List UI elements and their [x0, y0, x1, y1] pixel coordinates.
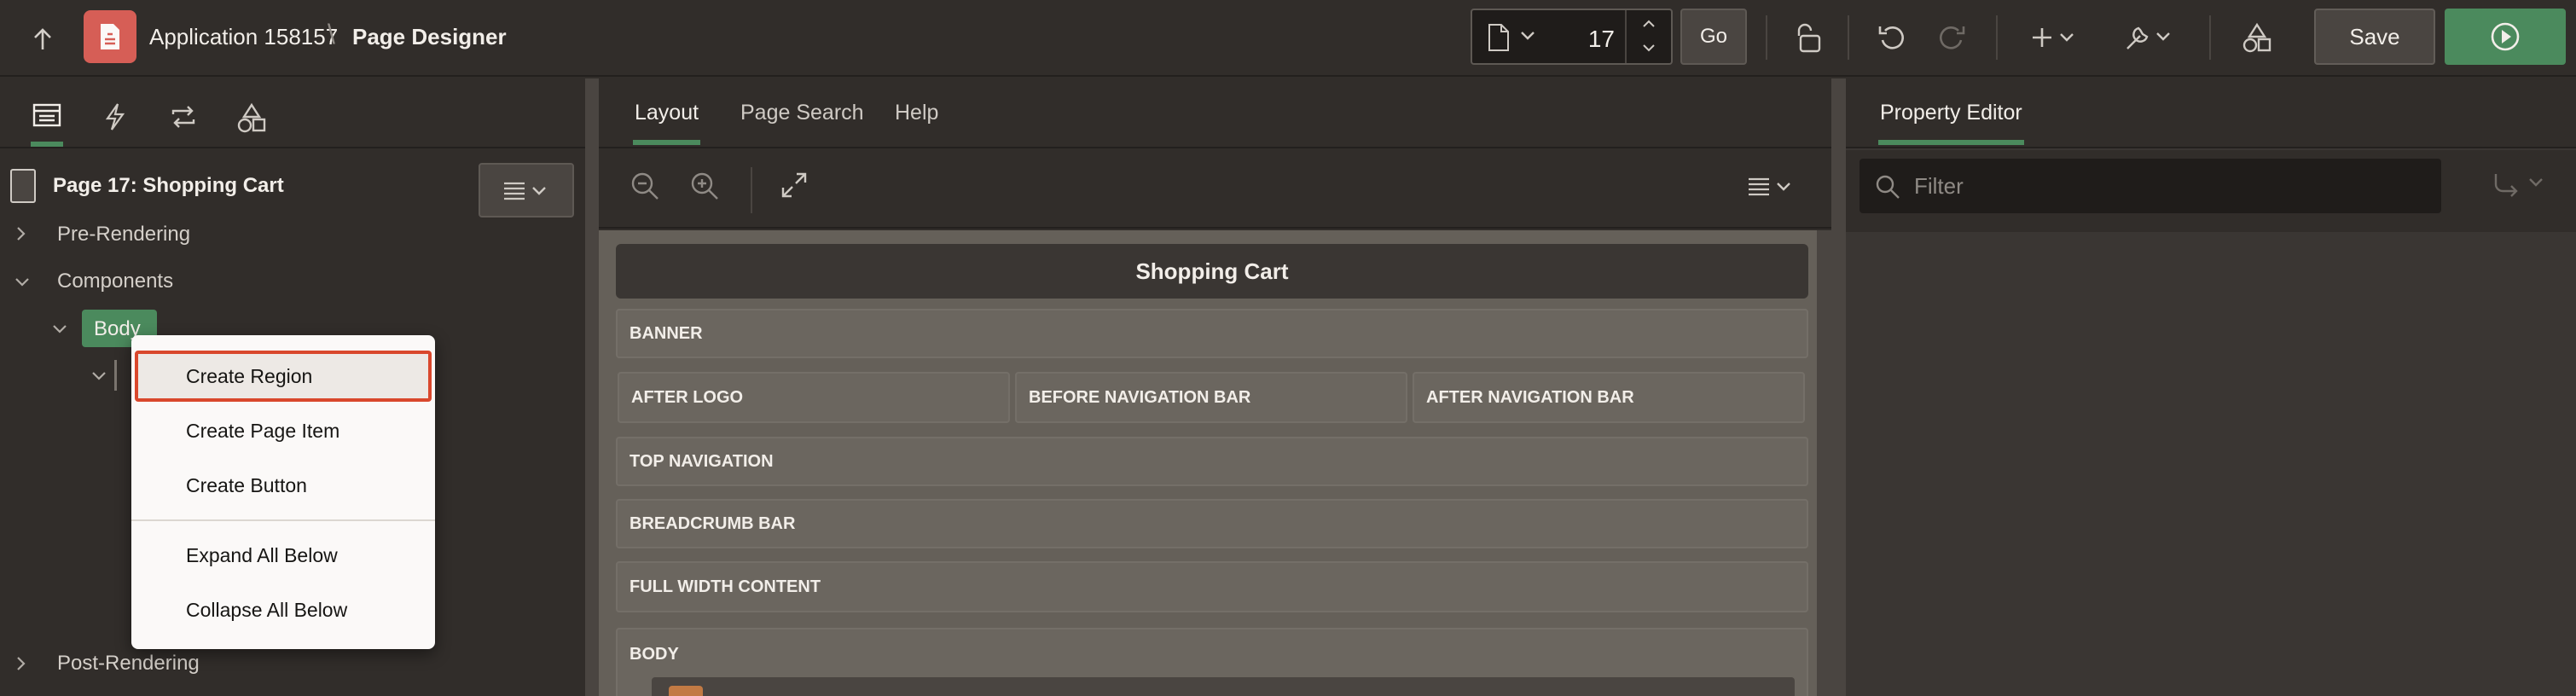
page-title: Page Designer	[352, 24, 507, 49]
play-icon	[2491, 22, 2520, 51]
processing-tab[interactable]	[154, 96, 213, 147]
toolbar-divider	[1996, 15, 1998, 60]
tree-page-root[interactable]: Page 17: Shopping Cart	[53, 174, 284, 198]
toolbar-divider	[1848, 15, 1849, 60]
slot-body-label: BODY	[629, 645, 679, 664]
rendering-icon	[32, 103, 61, 127]
layout-toolbar	[599, 150, 1831, 229]
menu-item-create-region[interactable]: Create Region	[135, 351, 432, 402]
shapes-icon	[237, 102, 266, 133]
page-header-region[interactable]: Shopping Cart	[616, 244, 1808, 299]
page-number-stepper[interactable]	[1625, 10, 1671, 63]
chevron-right-icon[interactable]	[15, 225, 27, 242]
tab-property-editor[interactable]: Property Editor	[1878, 101, 2024, 145]
lightning-icon	[105, 103, 125, 130]
chevron-down-icon[interactable]	[14, 276, 31, 288]
dynamic-actions-tab[interactable]	[85, 96, 145, 147]
slot-breadcrumb-bar[interactable]: BREADCRUMB BAR	[616, 499, 1808, 548]
go-to-group-icon[interactable]	[2491, 169, 2550, 200]
right-pane: Property Editor	[1846, 78, 2576, 696]
expand-icon[interactable]	[780, 171, 809, 200]
slot-full-width-content[interactable]: FULL WIDTH CONTENT	[616, 561, 1808, 612]
tab-layout[interactable]: Layout	[632, 101, 701, 145]
chevron-down-icon[interactable]	[1642, 43, 1656, 53]
shared-components-icon[interactable]	[2238, 19, 2276, 56]
toolbar-divider	[2209, 15, 2211, 60]
application-icon[interactable]	[84, 10, 136, 63]
slot-before-navigation-bar[interactable]: BEFORE NAVIGATION BAR	[1015, 372, 1407, 423]
tree-connector	[114, 360, 117, 391]
filter-input[interactable]	[1859, 159, 2441, 213]
run-button[interactable]	[2445, 9, 2566, 65]
tree-menu-button[interactable]	[479, 163, 574, 218]
toolbar-divider	[751, 167, 752, 213]
search-icon	[1876, 175, 1900, 199]
center-pane-tabs: Layout Page Search Help	[599, 78, 1831, 148]
go-button[interactable]: Go	[1680, 9, 1747, 65]
tree-node-components[interactable]: Components	[57, 270, 173, 293]
chevron-down-icon[interactable]	[1520, 31, 1535, 41]
menu-item-expand-all-below[interactable]: Expand All Below	[131, 530, 435, 581]
slot-after-navigation-bar[interactable]: AFTER NAVIGATION BAR	[1413, 372, 1805, 423]
slot-body[interactable]: BODY	[616, 628, 1808, 696]
context-menu: Create Region Create Page Item Create Bu…	[131, 335, 435, 649]
zoom-in-icon[interactable]	[689, 171, 720, 201]
save-button[interactable]: Save	[2314, 9, 2435, 65]
chevron-down-icon[interactable]	[51, 323, 68, 335]
breadcrumb-separator: \	[328, 19, 335, 49]
up-arrow-icon[interactable]	[24, 20, 61, 58]
create-menu-button[interactable]	[2030, 19, 2081, 56]
shared-components-tab[interactable]	[222, 96, 281, 147]
utilities-menu-button[interactable]	[2122, 19, 2177, 56]
tab-help[interactable]: Help	[895, 101, 938, 125]
tree-node-pre-rendering[interactable]: Pre-Rendering	[57, 223, 190, 246]
tree-node-post-rendering[interactable]: Post-Rendering	[57, 652, 200, 676]
slot-top-navigation[interactable]: TOP NAVIGATION	[616, 437, 1808, 486]
slot-banner[interactable]: BANNER	[616, 309, 1808, 358]
chevron-up-icon[interactable]	[1642, 19, 1656, 29]
menu-item-create-page-item[interactable]: Create Page Item	[131, 405, 435, 456]
page-icon	[10, 169, 36, 203]
toolbar-divider	[1766, 15, 1767, 60]
menu-item-create-button[interactable]: Create Button	[131, 460, 435, 511]
rendering-tab[interactable]	[17, 96, 77, 147]
slot-after-logo[interactable]: AFTER LOGO	[618, 372, 1010, 423]
chevron-right-icon[interactable]	[15, 655, 27, 672]
right-pane-tabs: Property Editor	[1846, 78, 2576, 148]
tab-page-search[interactable]: Page Search	[740, 101, 864, 125]
property-filter-bar	[1846, 150, 2576, 232]
processing-icon	[171, 106, 195, 128]
chevron-down-icon[interactable]	[90, 370, 107, 382]
menu-divider	[131, 519, 435, 521]
menu-item-collapse-all-below[interactable]: Collapse All Below	[131, 584, 435, 635]
top-toolbar: Application 158157 \ Page Designer 17 Go…	[0, 0, 2576, 77]
right-splitter[interactable]	[1831, 78, 1846, 696]
left-pane-tabs	[0, 78, 585, 148]
layout-scrollbar[interactable]	[1817, 230, 1831, 696]
page-number-input[interactable]: 17	[1588, 26, 1615, 53]
zoom-out-icon[interactable]	[629, 171, 660, 201]
undo-icon[interactable]	[1873, 19, 1911, 56]
menu-icon	[504, 182, 546, 200]
page-icon	[1488, 24, 1509, 51]
lock-icon[interactable]	[1790, 19, 1827, 56]
application-name-link[interactable]: Application 158157	[149, 24, 338, 50]
body-child-region[interactable]	[652, 677, 1795, 696]
region-type-icon	[669, 686, 703, 696]
redo-icon[interactable]	[1933, 19, 1970, 56]
layout-menu-icon[interactable]	[1747, 176, 1795, 196]
left-splitter[interactable]	[585, 78, 599, 696]
page-selector[interactable]: 17	[1471, 9, 1673, 65]
